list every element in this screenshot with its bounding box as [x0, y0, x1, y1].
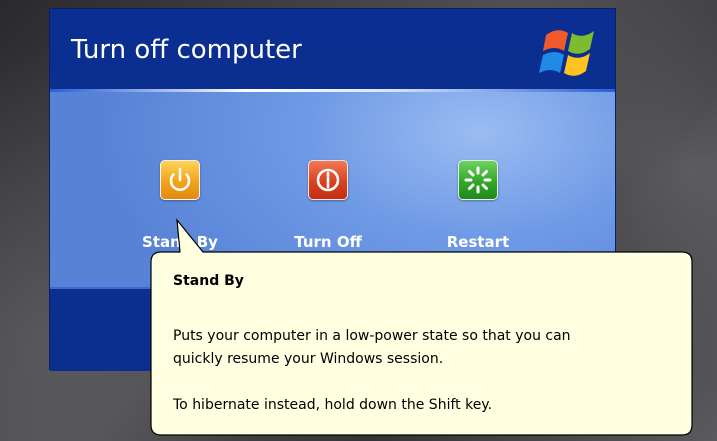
- tooltip-text-line-3: To hibernate instead, hold down the Shif…: [173, 397, 493, 413]
- power-standby-icon: [160, 160, 200, 200]
- tooltip-title: Stand By: [173, 273, 244, 289]
- tooltip-text-line-2: quickly resume your Windows session.: [173, 351, 444, 367]
- restart-icon: [458, 160, 498, 200]
- windows-logo-icon: [539, 30, 594, 76]
- dialog-header: Turn off computer: [50, 9, 615, 89]
- stand-by-tooltip: Stand By Puts your computer in a low-pow…: [149, 218, 694, 436]
- power-off-icon: [308, 160, 348, 200]
- dialog-title: Turn off computer: [71, 35, 302, 65]
- tooltip-text-line-1: Puts your computer in a low-power state …: [173, 328, 571, 344]
